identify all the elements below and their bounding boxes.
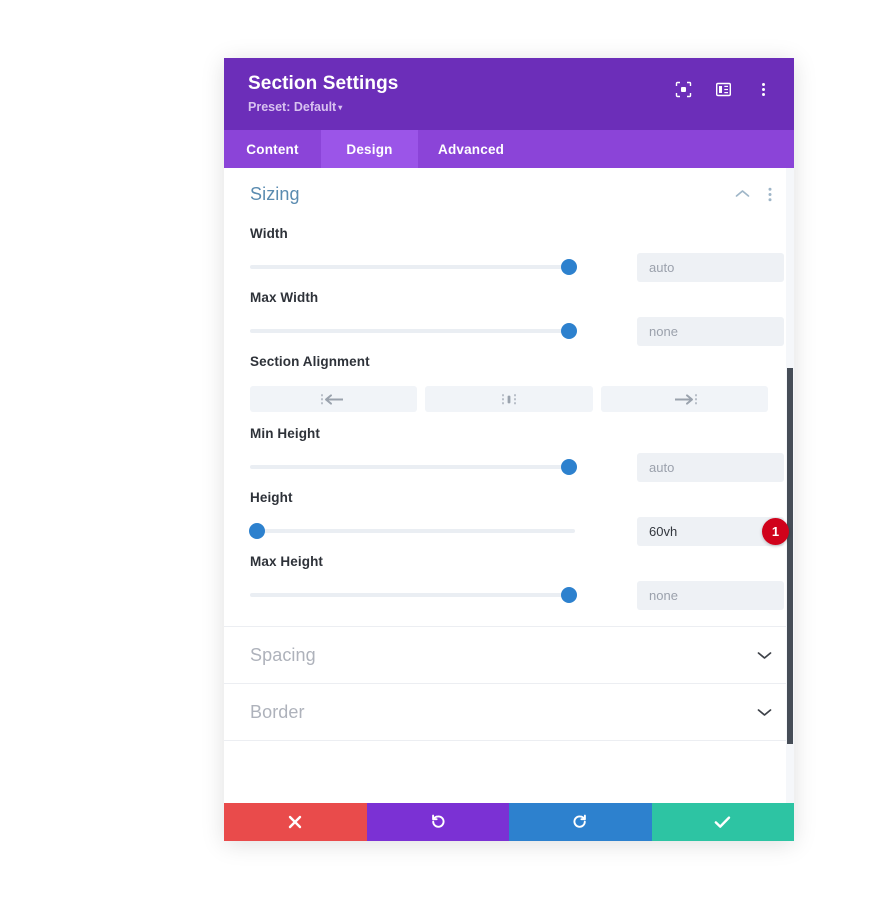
panel-header: Section Settings Preset: Default ▾ <box>224 58 794 130</box>
panel-header-titles: Section Settings Preset: Default ▾ <box>248 72 398 116</box>
section-more-vertical-icon[interactable] <box>768 187 772 202</box>
width-input[interactable] <box>637 252 784 282</box>
chevron-down-icon[interactable] <box>757 650 772 660</box>
width-slider-track <box>250 265 575 269</box>
settings-tab-bar: Content Design Advanced <box>224 130 794 168</box>
cancel-button[interactable] <box>224 803 367 841</box>
field-height: Height 1 <box>248 490 789 546</box>
align-right-button[interactable] <box>600 386 768 412</box>
more-vertical-icon[interactable] <box>754 80 772 98</box>
max-width-slider-track <box>250 329 575 333</box>
field-max-height-label: Max Height <box>250 554 324 569</box>
undo-icon <box>430 814 446 830</box>
step-badge-1: 1 <box>762 518 789 545</box>
align-center-icon <box>496 393 522 406</box>
close-icon <box>288 815 302 829</box>
align-center-button[interactable] <box>425 386 593 412</box>
field-max-width-label: Max Width <box>250 290 319 305</box>
height-slider-handle[interactable] <box>248 523 265 539</box>
section-border: Border <box>224 684 794 741</box>
field-max-height: Max Height <box>250 554 784 610</box>
width-slider-handle[interactable] <box>560 259 577 275</box>
chevron-down-icon[interactable] <box>757 707 772 717</box>
width-slider[interactable] <box>250 258 577 276</box>
preset-label: Preset: Default <box>248 100 337 114</box>
section-alignment-group <box>250 386 768 412</box>
section-spacing: Spacing <box>224 627 794 684</box>
field-max-width: Max Width <box>250 290 784 346</box>
field-min-height-label: Min Height <box>250 426 320 441</box>
section-spacing-header[interactable]: Spacing <box>224 627 794 683</box>
scrollbar-thumb[interactable] <box>787 368 793 744</box>
field-min-height-controls <box>250 452 784 482</box>
max-height-slider[interactable] <box>250 586 577 604</box>
section-sizing-header-icons <box>735 187 772 202</box>
section-border-title: Border <box>250 701 305 722</box>
field-max-height-controls <box>250 580 784 610</box>
align-left-icon <box>321 393 347 406</box>
section-border-header-icons <box>757 707 772 717</box>
redo-button[interactable] <box>509 803 652 841</box>
layout-panel-icon[interactable] <box>714 80 732 98</box>
field-height-label: Height <box>250 490 293 505</box>
save-button[interactable] <box>651 803 794 841</box>
field-section-alignment: Section Alignment <box>250 354 768 412</box>
settings-scroll-area: Sizing Width auto Max Width none Section… <box>224 168 794 803</box>
align-right-icon <box>671 393 697 406</box>
field-section-alignment-label: Section Alignment <box>250 354 370 369</box>
field-max-width-controls <box>250 316 784 346</box>
section-settings-modal: Section Settings Preset: Default ▾ Conte… <box>224 58 794 841</box>
chevron-up-icon[interactable] <box>735 189 750 199</box>
field-width: Width <box>250 226 784 282</box>
field-height-controls: 1 <box>248 516 789 546</box>
undo-button[interactable] <box>366 803 509 841</box>
section-spacing-title: Spacing <box>250 644 316 665</box>
field-width-controls <box>250 252 784 282</box>
scrollbar-track[interactable] <box>786 168 794 803</box>
min-height-slider[interactable] <box>250 458 577 476</box>
redo-icon <box>572 814 588 830</box>
panel-header-actions <box>674 80 772 98</box>
max-height-slider-handle[interactable] <box>560 587 577 603</box>
page-title: Section Settings <box>248 73 399 94</box>
section-border-header[interactable]: Border <box>224 684 794 740</box>
max-width-slider-handle[interactable] <box>560 323 577 339</box>
chevron-down-icon: ▾ <box>338 103 343 112</box>
tab-design[interactable]: Design <box>321 130 418 168</box>
field-width-label: Width <box>250 226 288 241</box>
min-height-input[interactable] <box>637 452 784 482</box>
align-left-button[interactable] <box>250 386 418 412</box>
section-sizing-content: Width Max Width <box>224 226 794 626</box>
min-height-slider-handle[interactable] <box>560 459 577 475</box>
tab-content[interactable]: Content <box>224 130 321 168</box>
section-spacing-header-icons <box>757 650 772 660</box>
preset-selector[interactable]: Preset: Default ▾ <box>248 100 398 116</box>
max-width-slider[interactable] <box>250 322 577 340</box>
max-height-slider-track <box>250 593 575 597</box>
panel-footer <box>224 803 794 841</box>
tab-advanced[interactable]: Advanced <box>418 130 524 168</box>
section-sizing-title: Sizing <box>250 183 300 204</box>
section-sizing: Sizing Width auto Max Width none Section… <box>224 168 794 627</box>
check-icon <box>714 815 731 829</box>
min-height-slider-track <box>250 465 575 469</box>
section-sizing-header[interactable]: Sizing <box>224 168 794 220</box>
height-slider[interactable] <box>248 522 575 540</box>
max-height-input[interactable] <box>637 580 784 610</box>
focus-target-icon[interactable] <box>674 80 692 98</box>
field-min-height: Min Height <box>250 426 784 482</box>
max-width-input[interactable] <box>637 316 784 346</box>
height-slider-track <box>250 529 575 533</box>
